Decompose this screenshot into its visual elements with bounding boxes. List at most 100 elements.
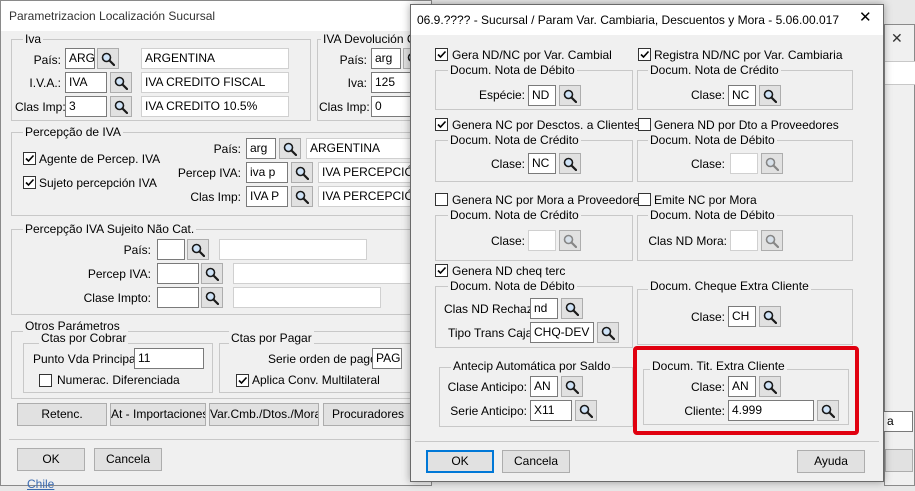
check-icon [24,177,35,188]
numerac-checkbox[interactable] [39,374,52,387]
pais-search-button[interactable] [97,48,119,69]
serie-anticipo-search-button[interactable] [575,400,597,421]
right-field[interactable]: a [883,411,913,432]
bg-ok-button[interactable]: OK [17,448,85,471]
genera-dto-prov-checkbox[interactable] [638,118,651,131]
clas-nd-rechaz-search-button[interactable] [561,298,583,319]
window-title: Parametrizacion Localización Sucursal [9,9,216,23]
sujeto-percep-checkbox[interactable] [23,176,36,189]
help-button[interactable]: Ayuda [797,450,865,473]
iva-label: I.V.A.: [29,76,61,90]
percep-clas-search-button[interactable] [291,186,313,207]
clas-imp-label: Clas Imp: [15,100,66,114]
aplica-conv-checkbox[interactable] [236,374,249,387]
cheque-extra-clase-input[interactable]: CH [728,306,756,327]
genera-mora-prov-checkbox[interactable] [435,193,448,206]
tipo-trans-caja-search-button[interactable] [597,322,619,343]
desctos-clase-search-button[interactable] [559,153,581,174]
desctos-clase-input[interactable]: NC [528,153,556,174]
clas-nd-rechaz-input[interactable]: nd [530,298,558,319]
registra-cambiaria-label: Registra ND/NC por Var. Cambiaria [654,48,843,62]
search-icon [205,267,219,281]
percep-pais-search-button[interactable] [279,138,301,159]
cancel-button[interactable]: Cancela [502,450,570,473]
pais-name-field: ARGENTINA [141,48,289,69]
dto-prov-clase-input[interactable] [730,153,758,174]
percep-pais-name-field: ARGENTINA [306,138,424,159]
gera-cambial-checkbox[interactable] [435,48,448,61]
ok-button[interactable]: OK [426,450,494,473]
procuradores-button[interactable]: Procuradores [323,403,413,426]
serie-orden-input[interactable]: PAG [372,348,402,369]
gera-cambial-group-label: Docum. Nota de Débito [448,63,577,77]
check-icon [436,265,447,276]
clas-imp-input[interactable]: 3 [65,96,107,117]
clas-nd-mora-search-button[interactable] [761,230,783,251]
search-icon [563,89,577,103]
registra-clase-input[interactable]: NC [728,85,756,106]
bg-cancel-button[interactable]: Cancela [94,448,162,471]
right-close-icon[interactable]: ✕ [891,31,903,45]
parametrizacion-window: Parametrizacion Localización Sucursal Iv… [0,0,441,491]
agente-percep-checkbox[interactable] [23,152,36,165]
nocat-pais-input[interactable] [157,239,185,260]
tipo-trans-caja-label: Tipo Trans Caja: [448,326,536,340]
search-icon [565,302,579,316]
nocat-percep-search-button[interactable] [201,263,223,284]
clas-imp-search-button[interactable] [110,96,132,117]
close-icon[interactable]: ✕ [859,10,872,25]
nocat-percep-input[interactable] [157,263,199,284]
dev-pais-input[interactable]: arg [371,48,401,69]
iva-group-label: Iva [23,32,44,46]
dto-prov-clase-label: Clase: [690,157,725,171]
clase-anticipo-input[interactable]: AN [530,376,558,397]
search-icon [579,404,593,418]
search-icon [563,234,577,248]
iva-code-input[interactable]: IVA [65,72,107,93]
registra-cambiaria-checkbox[interactable] [638,48,651,61]
clase-anticipo-label: Clase Anticipo: [447,380,527,394]
especie-input[interactable]: ND [528,85,556,106]
right-button[interactable] [885,449,913,472]
search-icon [205,291,219,305]
percep-clas-input[interactable]: IVA P [246,186,288,207]
retenc-button[interactable]: Retenc. [17,403,107,426]
genera-mora-prov-group-label: Docum. Nota de Crédito [448,208,581,222]
nocat-pais-search-button[interactable] [187,239,209,260]
iva-search-button[interactable] [110,72,132,93]
clase-anticipo-search-button[interactable] [561,376,583,397]
percep-iva-search-button[interactable] [291,162,313,183]
highlight-box [633,346,859,435]
dev-iva-label: Iva: [347,76,367,90]
search-icon [114,76,128,90]
var-cmb-button[interactable]: Var.Cmb./Dtos./Mora [209,403,319,426]
var-cambiaria-dialog: 06.9.???? - Sucursal / Param Var. Cambia… [410,4,884,482]
genera-mora-prov-label: Genera NC por Mora a Proveedores [452,193,646,207]
pais-code-input[interactable]: ARG [65,48,95,69]
serie-anticipo-input[interactable]: X11 [530,400,572,421]
tipo-trans-caja-input[interactable]: CHQ-DEV [530,322,594,343]
dto-prov-clase-search-button[interactable] [761,153,783,174]
nocat-clase-search-button[interactable] [201,287,223,308]
genera-desctos-checkbox[interactable] [435,118,448,131]
percep-pais-input[interactable]: arg [246,138,276,159]
punto-vda-input[interactable]: 11 [134,348,204,369]
mora-prov-clase-search-button[interactable] [559,230,581,251]
ctas-cobrar-label: Ctas por Cobrar [39,331,129,345]
search-icon [295,166,309,180]
iva-devolucion-group-label: IVA Devolución Ch [321,32,425,46]
registra-clase-search-button[interactable] [759,85,781,106]
nocat-clase-label: Clase Impto: [83,291,151,305]
agente-percep-label: Agente de Percep. IVA [39,152,161,166]
dev-clas-label: Clas Imp: [319,100,370,114]
especie-search-button[interactable] [559,85,581,106]
mora-prov-clase-input[interactable] [528,230,556,251]
emite-mora-checkbox[interactable] [638,193,651,206]
search-icon [101,52,115,66]
nocat-clase-input[interactable] [157,287,199,308]
genera-cheq-terc-checkbox[interactable] [435,264,448,277]
importaciones-button[interactable]: At - Importaciones [110,403,206,426]
percep-iva-input[interactable]: iva p [246,162,288,183]
cheque-extra-search-button[interactable] [759,306,781,327]
clas-nd-mora-input[interactable] [730,230,758,251]
